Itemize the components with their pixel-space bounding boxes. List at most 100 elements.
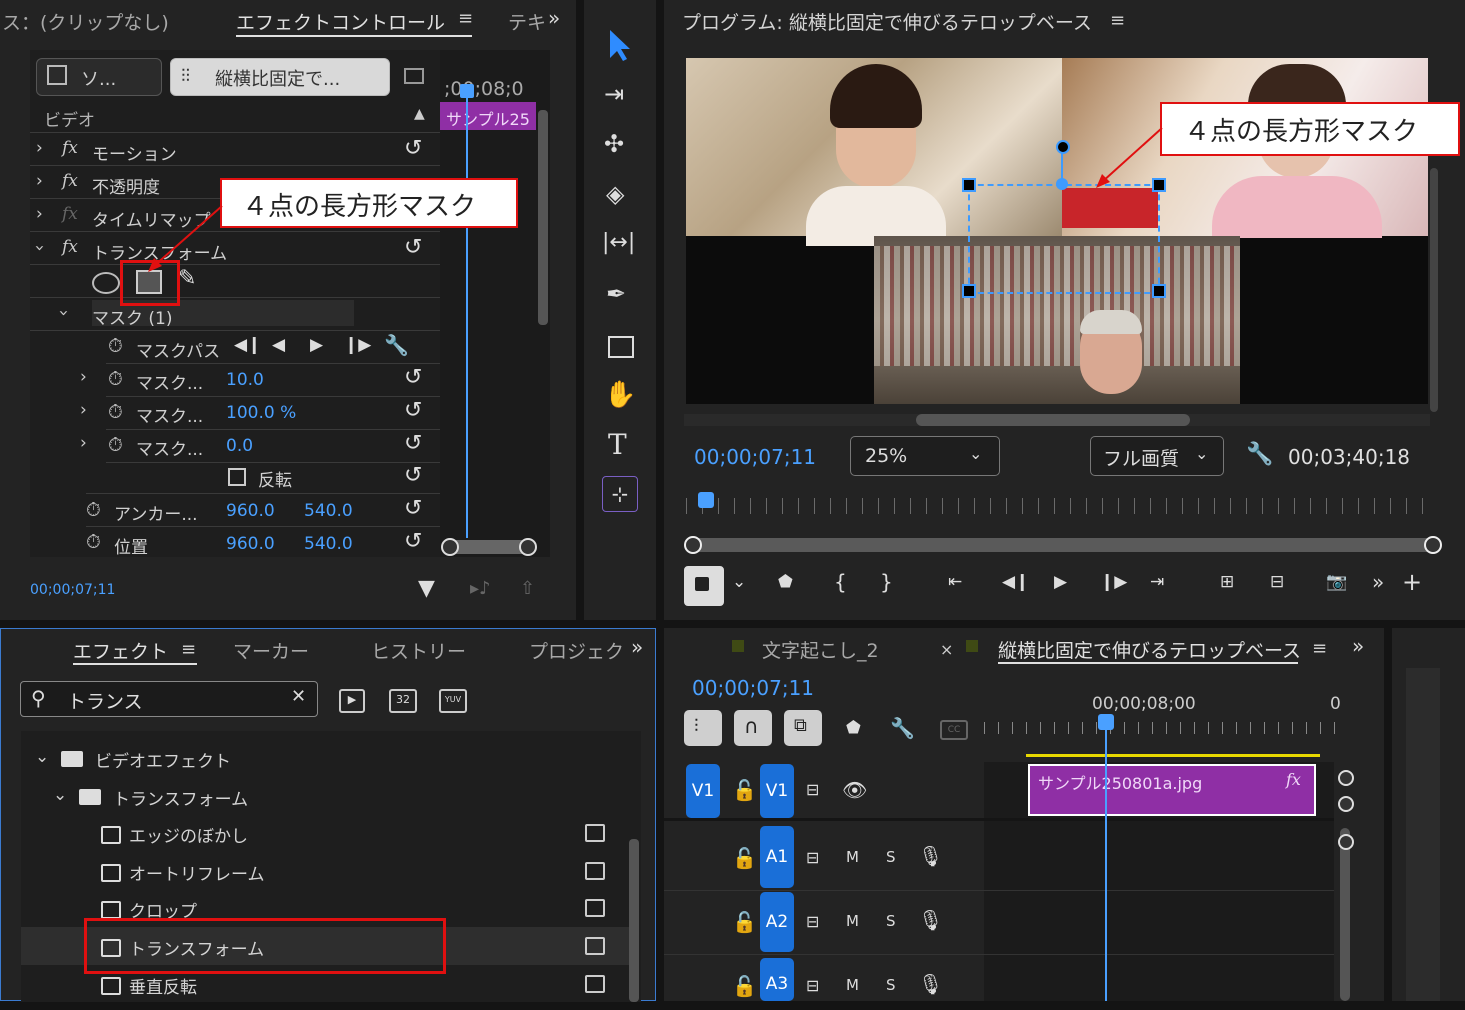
sync-lock-icon[interactable]: ⊟ xyxy=(806,780,819,799)
record-button[interactable] xyxy=(684,566,724,606)
razor-tool-icon[interactable]: ◈ xyxy=(606,180,624,208)
stopwatch-icon[interactable]: ⏱ xyxy=(108,401,123,423)
sync-lock-icon[interactable]: ⊟ xyxy=(806,976,819,995)
tree-item-edge-feather[interactable]: エッジのぼかし xyxy=(129,822,248,847)
monitor-zoom-right-handle[interactable] xyxy=(1424,536,1442,554)
wrench-icon[interactable]: 🔧 xyxy=(384,333,409,357)
selection-tool-icon[interactable] xyxy=(600,26,638,64)
ec-scrollbar[interactable] xyxy=(538,110,548,325)
32bit-effects-icon[interactable]: 32 xyxy=(389,689,417,713)
source-patch-v1[interactable]: V1 xyxy=(686,764,720,818)
add-button-icon[interactable]: + xyxy=(1402,568,1422,596)
reset-icon[interactable]: ↺ xyxy=(404,431,422,456)
timeline-ruler[interactable] xyxy=(984,722,1344,734)
stopwatch-icon[interactable]: ⏱ xyxy=(86,531,101,553)
tab-history[interactable]: ヒストリー xyxy=(371,637,466,664)
expand-chevron-icon[interactable]: › xyxy=(36,204,43,224)
insert-nest-button[interactable]: ⫶ xyxy=(684,710,722,746)
position-x-value[interactable]: 960.0 xyxy=(226,534,275,554)
clip-fx-badge[interactable]: fx xyxy=(1286,770,1301,789)
captions-icon[interactable]: CC xyxy=(940,720,968,740)
monitor-playhead[interactable] xyxy=(698,492,714,508)
position-y-value[interactable]: 540.0 xyxy=(304,534,353,554)
anchor-x-value[interactable]: 960.0 xyxy=(226,501,275,521)
track-forward-icon[interactable]: ▶ xyxy=(310,335,323,355)
stopwatch-icon[interactable]: ⏱ xyxy=(108,335,123,357)
mask-handle-br[interactable] xyxy=(1152,284,1166,298)
ec-zoom-right-handle[interactable] xyxy=(519,538,537,556)
mask-rotate-handle[interactable] xyxy=(1056,140,1070,154)
tab-project[interactable]: プロジェク xyxy=(529,637,624,664)
stopwatch-icon[interactable]: ⏱ xyxy=(86,499,101,521)
expand-chevron-icon[interactable]: › xyxy=(36,171,43,191)
effects-search-field[interactable]: ⚲ トランス ✕ xyxy=(20,681,318,717)
overflow-chevron-icon[interactable]: » xyxy=(631,635,643,659)
mask-handle-tl[interactable] xyxy=(962,178,976,192)
panel-menu-icon[interactable]: ≡ xyxy=(458,8,473,29)
camera-icon[interactable]: 📷 xyxy=(1326,572,1347,592)
panel-menu-icon[interactable]: ≡ xyxy=(181,639,196,660)
program-timecode[interactable]: 00;00;07;11 xyxy=(694,445,816,469)
invert-checkbox[interactable] xyxy=(228,468,246,486)
quality-select[interactable]: フル画質 ⌄ xyxy=(1090,436,1224,476)
collapse-chevron-icon[interactable]: › xyxy=(29,245,49,252)
lock-icon[interactable]: 🔓 xyxy=(732,778,757,802)
source-button[interactable]: ソ... xyxy=(36,58,162,96)
panel-menu-icon[interactable]: ≡ xyxy=(1110,10,1125,31)
wrench-icon[interactable]: 🔧 xyxy=(1246,442,1273,467)
linked-selection-button[interactable]: ⧉ xyxy=(784,710,822,746)
tab-effect-controls[interactable]: エフェクトコントロール xyxy=(236,8,445,35)
accelerated-effects-icon[interactable]: ▶ xyxy=(339,689,365,713)
track-target-v1[interactable]: V1 xyxy=(760,764,794,818)
rectangle-tool-icon[interactable] xyxy=(608,336,634,358)
stopwatch-icon[interactable]: ⏱ xyxy=(108,434,123,456)
extract-icon[interactable]: ⊟ xyxy=(1270,572,1284,592)
audio-scroll-bar[interactable] xyxy=(1340,828,1350,1001)
fx-icon[interactable]: fx xyxy=(62,171,78,191)
track-forward-frame-icon[interactable]: ❙▶ xyxy=(344,335,371,355)
overflow-chevron-icon[interactable]: » xyxy=(548,6,560,30)
fx-icon[interactable]: fx xyxy=(62,138,78,158)
lock-icon[interactable]: 🔓 xyxy=(732,974,757,998)
reset-icon[interactable]: ↺ xyxy=(404,496,422,521)
panel-toggle-icon[interactable] xyxy=(404,68,424,84)
overflow-chevron-icon[interactable]: » xyxy=(1372,570,1384,594)
filter-icon[interactable]: ▼ xyxy=(418,576,435,601)
stopwatch-icon[interactable]: ⏱ xyxy=(108,368,123,390)
reset-icon[interactable]: ↺ xyxy=(404,398,422,423)
tab-effects[interactable]: エフェクト xyxy=(73,637,168,664)
sequence-button[interactable]: ⫶⫶ 縦横比固定で... xyxy=(170,58,390,96)
timeline-work-area[interactable] xyxy=(1026,754,1320,757)
timeline-clip[interactable]: サンプル250801a.jpg fx xyxy=(1028,764,1316,816)
chevron-down-icon[interactable]: ⌄ xyxy=(732,572,746,592)
tree-item-auto-reframe[interactable]: オートリフレーム xyxy=(129,860,265,885)
mic-icon[interactable]: 🎙 xyxy=(918,908,943,932)
track-target-a3[interactable]: A3 xyxy=(760,958,794,1001)
mark-in-icon[interactable]: { xyxy=(834,570,847,594)
ec-zoom-left-handle[interactable] xyxy=(441,538,459,556)
mask-expansion-value[interactable]: 0.0 xyxy=(226,436,253,456)
tree-item-video-effects[interactable]: ビデオエフェクト xyxy=(95,747,231,772)
ec-timecode[interactable]: 00;00;07;11 xyxy=(30,582,115,598)
close-icon[interactable]: × xyxy=(940,640,953,659)
track-back-icon[interactable]: ◀ xyxy=(272,335,285,355)
monitor-h-scrollbar[interactable] xyxy=(916,414,1190,426)
sync-lock-icon[interactable]: ⊟ xyxy=(806,912,819,931)
step-back-icon[interactable]: ◀❙ xyxy=(1002,572,1029,592)
add-marker-icon[interactable]: ⬟ xyxy=(778,572,793,592)
expand-chevron-icon[interactable]: › xyxy=(80,367,87,387)
reset-icon[interactable]: ↺ xyxy=(404,235,422,260)
ellipse-mask-icon[interactable] xyxy=(92,272,120,294)
ec-clip-bar[interactable]: サンプル25 xyxy=(440,102,536,130)
track-back-frame-icon[interactable]: ◀❙ xyxy=(234,335,261,355)
overflow-chevron-icon[interactable]: » xyxy=(1352,634,1364,658)
anchor-y-value[interactable]: 540.0 xyxy=(304,501,353,521)
lift-icon[interactable]: ⊞ xyxy=(1220,572,1234,592)
track-target-a1[interactable]: A1 xyxy=(760,826,794,888)
clear-search-icon[interactable]: ✕ xyxy=(291,686,306,707)
fx-icon[interactable]: fx xyxy=(62,237,78,257)
expand-chevron-icon[interactable]: › xyxy=(36,138,43,158)
mute-a2[interactable]: M xyxy=(846,912,859,930)
ec-playhead-handle[interactable] xyxy=(460,84,474,98)
solo-a2[interactable]: S xyxy=(886,912,896,930)
